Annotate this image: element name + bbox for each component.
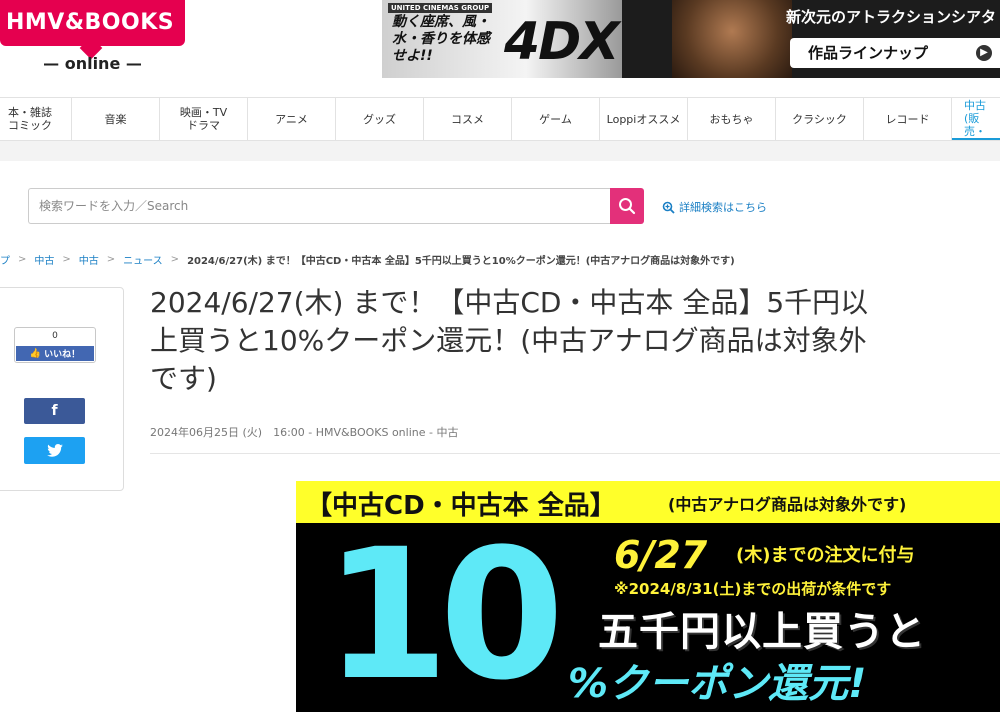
article-meta: 2024年06月25日 (火) 16:00 - HMV&BOOKS online… bbox=[150, 426, 459, 439]
breadcrumb-top[interactable]: プ bbox=[0, 252, 10, 267]
breadcrumb-current: 2024/6/27(木) まで！【中古CD・中古本 全品】5千円以上買うと10%… bbox=[187, 256, 735, 267]
facebook-like-widget[interactable]: 0 👍 いいね！ bbox=[14, 327, 96, 363]
banner-lineup-button[interactable]: 作品ラインナップ ▶ bbox=[790, 38, 1000, 68]
facebook-share-button[interactable]: f bbox=[24, 398, 85, 424]
nav-item-toys[interactable]: おもちゃ bbox=[688, 98, 776, 140]
logo-subtitle: — online — bbox=[43, 54, 142, 73]
nav-item-classic[interactable]: クラシック bbox=[776, 98, 864, 140]
thumbs-up-icon: 👍 bbox=[29, 348, 42, 359]
nav-item-cosme[interactable]: コスメ bbox=[424, 98, 512, 140]
banner-lineup-label: 作品ラインナップ bbox=[808, 44, 929, 62]
promo-ten: 10 bbox=[324, 511, 564, 712]
zoom-search-icon bbox=[662, 201, 675, 214]
search-input[interactable] bbox=[28, 188, 610, 224]
banner-brand: UNITED CINEMAS GROUP bbox=[388, 3, 493, 13]
chevron-right-icon: ▶ bbox=[976, 45, 992, 61]
banner-4dx-logo: 4DX bbox=[504, 12, 619, 72]
nav-spacer bbox=[0, 141, 1000, 161]
nav-item-goods[interactable]: グッズ bbox=[336, 98, 424, 140]
promo-date-rest: (木)までの注文に付与 bbox=[736, 545, 915, 566]
nav-item-used[interactable]: 中古 (販売・ bbox=[952, 98, 1000, 140]
breadcrumb-separator: > bbox=[18, 254, 27, 265]
breadcrumb: プ > 中古 > 中古 > ニュース > 2024/6/27(木) まで！【中古… bbox=[0, 252, 735, 267]
nav-item-books[interactable]: 本・雑誌 コミック bbox=[0, 98, 72, 140]
banner-headline: 新次元のアトラクションシアタ bbox=[785, 8, 996, 26]
nav-item-music[interactable]: 音楽 bbox=[72, 98, 160, 140]
hmv-books-logo[interactable]: HMV&BOOKS — online — bbox=[0, 0, 185, 80]
promo-header-note: (中古アナログ商品は対象外です) bbox=[668, 495, 907, 514]
article-title-line-2: 上買うと10%クーポン還元！(中古アナログ商品は対象外 bbox=[150, 324, 867, 357]
facebook-icon: f bbox=[51, 403, 58, 419]
banner-photo bbox=[672, 0, 792, 78]
divider bbox=[150, 453, 1000, 454]
share-panel: 0 👍 いいね！ f bbox=[0, 287, 124, 491]
breadcrumb-news[interactable]: ニュース bbox=[123, 252, 163, 267]
category-nav: 本・雑誌 コミック 音楽 映画・TV ドラマ アニメ グッズ コスメ ゲーム L… bbox=[0, 97, 1000, 141]
nav-item-game[interactable]: ゲーム bbox=[512, 98, 600, 140]
breadcrumb-used-2[interactable]: 中古 bbox=[79, 252, 99, 267]
promo-shipping-note: ※2024/8/31(土)までの出荷が条件です bbox=[614, 580, 892, 598]
breadcrumb-separator: > bbox=[170, 254, 180, 265]
article-title-line-1: 2024/6/27(木) まで！【中古CD・中古本 全品】5千円以 bbox=[150, 286, 869, 319]
site-header: HMV&BOOKS — online — UNITED CINEMAS GROU… bbox=[0, 0, 1000, 97]
breadcrumb-separator: > bbox=[106, 254, 116, 265]
4dx-ad-banner[interactable]: UNITED CINEMAS GROUP 動く座席、風・水・香りを体感せよ!! … bbox=[382, 0, 1000, 78]
like-label: いいね！ bbox=[44, 350, 81, 360]
nav-item-anime[interactable]: アニメ bbox=[248, 98, 336, 140]
breadcrumb-separator: > bbox=[62, 254, 71, 265]
twitter-share-button[interactable] bbox=[24, 437, 85, 464]
like-button[interactable]: 👍 いいね！ bbox=[16, 346, 94, 361]
search-button[interactable] bbox=[610, 188, 644, 224]
nav-item-loppi[interactable]: Loppiオススメ bbox=[600, 98, 688, 140]
nav-item-records[interactable]: レコード bbox=[864, 98, 952, 140]
advanced-search-link[interactable]: 詳細検索はこちら bbox=[662, 199, 767, 215]
promo-condition: 五千円以上買うと bbox=[598, 609, 926, 655]
banner-catchphrase: 動く座席、風・水・香りを体感せよ!! bbox=[392, 14, 490, 64]
article-title-line-3: です) bbox=[150, 362, 217, 395]
coupon-promo-image: 【中古CD・中古本 全品】 (中古アナログ商品は対象外です) 10 6/27 (… bbox=[296, 481, 1000, 712]
nav-item-movies-tv[interactable]: 映画・TV ドラマ bbox=[160, 98, 248, 140]
article-title: 2024/6/27(木) まで！【中古CD・中古本 全品】5千円以 上買うと10… bbox=[150, 284, 1000, 398]
promo-reward: %クーポン還元! bbox=[568, 661, 867, 707]
logo-badge: HMV&BOOKS bbox=[0, 0, 185, 60]
breadcrumb-used[interactable]: 中古 bbox=[34, 252, 54, 267]
search-icon bbox=[619, 198, 636, 215]
logo-text: HMV&BOOKS bbox=[6, 10, 175, 35]
advanced-search-label: 詳細検索はこちら bbox=[679, 201, 767, 214]
promo-date: 6/27 bbox=[614, 533, 708, 577]
like-count: 0 bbox=[52, 331, 58, 341]
twitter-bird-icon bbox=[46, 444, 63, 457]
